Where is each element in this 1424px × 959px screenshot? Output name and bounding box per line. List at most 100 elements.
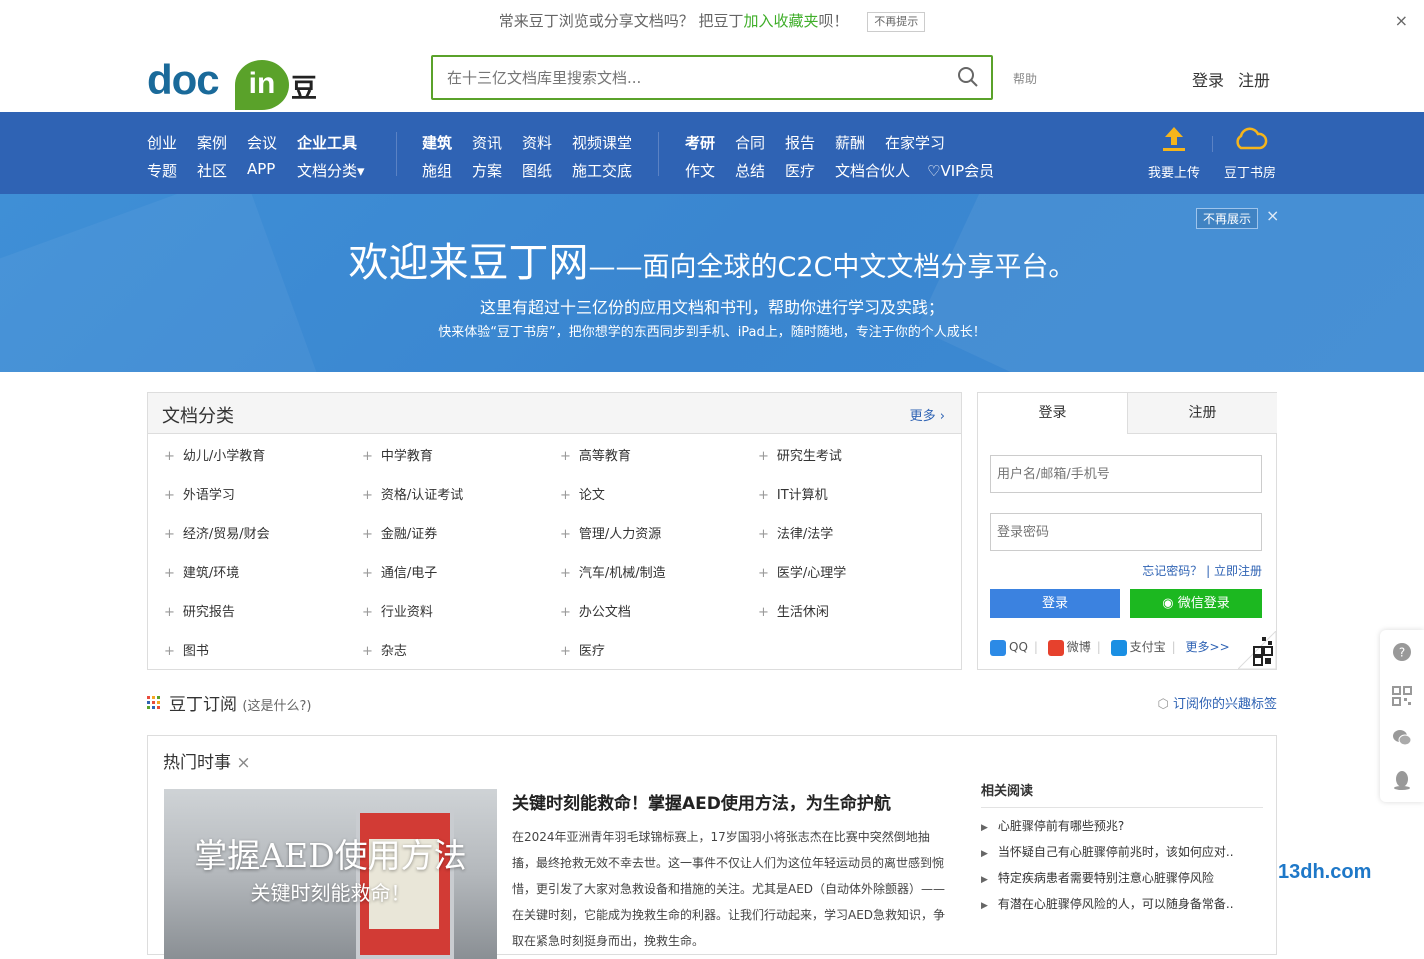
nav-item[interactable]: 方案 (472, 160, 502, 181)
nav-item[interactable]: APP (247, 160, 275, 178)
category-item[interactable]: + 汽车/机械/制造 (560, 562, 666, 581)
weibo-login-link[interactable]: 微博 (1067, 640, 1091, 654)
nav-item[interactable]: 施组 (422, 160, 452, 181)
category-item[interactable]: + 中学教育 (362, 445, 433, 464)
category-label: 研究报告 (182, 605, 235, 620)
close-icon[interactable]: × (1395, 0, 1408, 42)
related-item[interactable]: ▶ 心脏骤停前有哪些预兆? (981, 817, 1263, 834)
alipay-icon[interactable] (1110, 639, 1127, 656)
nav-item-doc-category[interactable]: 文档分类▾ (297, 160, 365, 181)
plus-icon: + (758, 527, 769, 542)
category-item[interactable]: + 高等教育 (560, 445, 631, 464)
notice-text-b: 呗！ (818, 12, 849, 30)
category-item[interactable]: + 管理/人力资源 (560, 523, 661, 542)
qr-code-icon[interactable] (1238, 631, 1276, 669)
dismiss-notice-button[interactable]: 不再提示 (867, 11, 926, 32)
category-item[interactable]: + 通信/电子 (362, 562, 437, 581)
svg-text:?: ? (1399, 646, 1405, 660)
nav-item-vip[interactable]: ♡VIP会员 (927, 160, 994, 181)
category-item[interactable]: + 论文 (560, 484, 605, 503)
add-favorite-link[interactable]: 加入收藏夹 (743, 12, 818, 30)
category-label: 中学教育 (380, 449, 433, 464)
category-item[interactable]: + 研究生考试 (758, 445, 842, 464)
username-input[interactable] (990, 455, 1262, 493)
category-item[interactable]: + 办公文档 (560, 601, 631, 620)
nav-item[interactable]: 总结 (735, 160, 765, 181)
nav-item[interactable]: 会议 (247, 132, 277, 153)
nav-item[interactable]: 专题 (147, 160, 177, 181)
nav-item[interactable]: 作文 (685, 160, 715, 181)
category-item[interactable]: + 法律/法学 (758, 523, 833, 542)
nav-item[interactable]: 资料 (522, 132, 552, 153)
search-icon[interactable] (957, 66, 979, 88)
password-input[interactable] (990, 513, 1262, 551)
related-item-label: 有潜在心脏骤停风险的人，可以随身备常备.. (997, 897, 1234, 911)
forgot-password-link[interactable]: 忘记密码？ (1142, 564, 1202, 578)
header-login-link[interactable]: 登录 (1192, 71, 1224, 90)
nav-item[interactable]: 建筑 (422, 132, 452, 153)
bookroom-button[interactable]: 豆丁书房 (1220, 124, 1280, 181)
category-item[interactable]: + 研究报告 (164, 601, 235, 620)
nav-item[interactable]: 文档合伙人 (835, 160, 910, 181)
category-item[interactable]: + 经济/贸易/财会 (164, 523, 270, 542)
category-item[interactable]: + 杂志 (362, 640, 407, 659)
login-button[interactable]: 登录 (990, 589, 1120, 618)
qq-login-link[interactable]: QQ (1009, 640, 1028, 654)
wechat-login-button[interactable]: ◉ 微信登录 (1130, 589, 1262, 618)
nav-item[interactable]: 施工交底 (572, 160, 632, 181)
nav-item[interactable]: 报告 (785, 132, 815, 153)
related-item[interactable]: ▶ 特定疾病患者需要特别注意心脏骤停风险 (981, 869, 1263, 886)
article-image[interactable]: 掌握AED使用方法 关键时刻能救命！ (164, 789, 497, 959)
alipay-login-link[interactable]: 支付宝 (1130, 640, 1166, 654)
help-link[interactable]: 帮助 (1013, 70, 1037, 87)
category-item[interactable]: + 幼儿/小学教育 (164, 445, 265, 464)
banner-no-show-button[interactable]: 不再展示 (1196, 208, 1259, 229)
nav-item[interactable]: 视频课堂 (572, 132, 632, 153)
what-is-this-link[interactable]: (这是什么?) (242, 699, 311, 714)
category-item[interactable]: + 医学/心理学 (758, 562, 846, 581)
register-now-link[interactable]: | 立即注册 (1206, 564, 1262, 578)
qq-icon[interactable] (990, 639, 1006, 656)
category-item[interactable]: + IT计算机 (758, 484, 828, 503)
more-login-link[interactable]: 更多>> (1186, 640, 1230, 654)
category-item[interactable]: + 图书 (164, 640, 209, 659)
nav-item[interactable]: 案例 (197, 132, 227, 153)
category-item[interactable]: + 建筑/环境 (164, 562, 239, 581)
category-item[interactable]: + 生活休闲 (758, 601, 829, 620)
related-item[interactable]: ▶ 当怀疑自己有心脏骤停前兆时，该如何应对.. (981, 843, 1263, 860)
nav-item[interactable]: 考研 (685, 132, 715, 153)
qq-icon[interactable] (1392, 770, 1412, 790)
category-item[interactable]: + 行业资料 (362, 601, 433, 620)
tab-login[interactable]: 登录 (978, 393, 1128, 434)
nav-item[interactable]: 企业工具 (297, 132, 357, 153)
article-title[interactable]: 关键时刻能救命！掌握AED使用方法，为生命护航 (512, 789, 891, 814)
subscription-header: 豆丁订阅 (这是什么?) ⬡ 订阅你的兴趣标签 (147, 690, 1278, 715)
category-item[interactable]: + 外语学习 (164, 484, 235, 503)
search-input[interactable] (433, 57, 933, 98)
nav-item[interactable]: 创业 (147, 132, 177, 153)
help-icon[interactable]: ? (1392, 642, 1412, 662)
qr-code-icon[interactable] (1392, 686, 1412, 706)
nav-item[interactable]: 在家学习 (885, 132, 945, 153)
category-item[interactable]: + 资格/认证考试 (362, 484, 463, 503)
wechat-icon[interactable] (1392, 728, 1412, 748)
upload-button[interactable]: 我要上传 (1144, 124, 1204, 181)
subscribe-tags-link[interactable]: ⬡ 订阅你的兴趣标签 (1158, 693, 1278, 712)
category-label: 高等教育 (578, 449, 631, 464)
category-more-link[interactable]: 更多 › (910, 405, 945, 424)
related-item[interactable]: ▶ 有潜在心脏骤停风险的人，可以随身备常备.. (981, 895, 1263, 912)
close-icon[interactable]: × (236, 753, 250, 773)
close-icon[interactable]: × (1266, 206, 1279, 225)
nav-item[interactable]: 资讯 (472, 132, 502, 153)
category-item[interactable]: + 金融/证券 (362, 523, 437, 542)
tab-register[interactable]: 注册 (1128, 393, 1277, 434)
nav-item[interactable]: 社区 (197, 160, 227, 181)
header-register-link[interactable]: 注册 (1238, 71, 1270, 90)
category-item[interactable]: + 医疗 (560, 640, 605, 659)
nav-item[interactable]: 图纸 (522, 160, 552, 181)
nav-item[interactable]: 薪酬 (835, 132, 865, 153)
notice-text-a: 常来豆丁浏览或分享文档吗？ 把豆丁 (498, 12, 744, 30)
nav-item[interactable]: 合同 (735, 132, 765, 153)
weibo-icon[interactable] (1047, 639, 1064, 656)
nav-item[interactable]: 医疗 (785, 160, 815, 181)
